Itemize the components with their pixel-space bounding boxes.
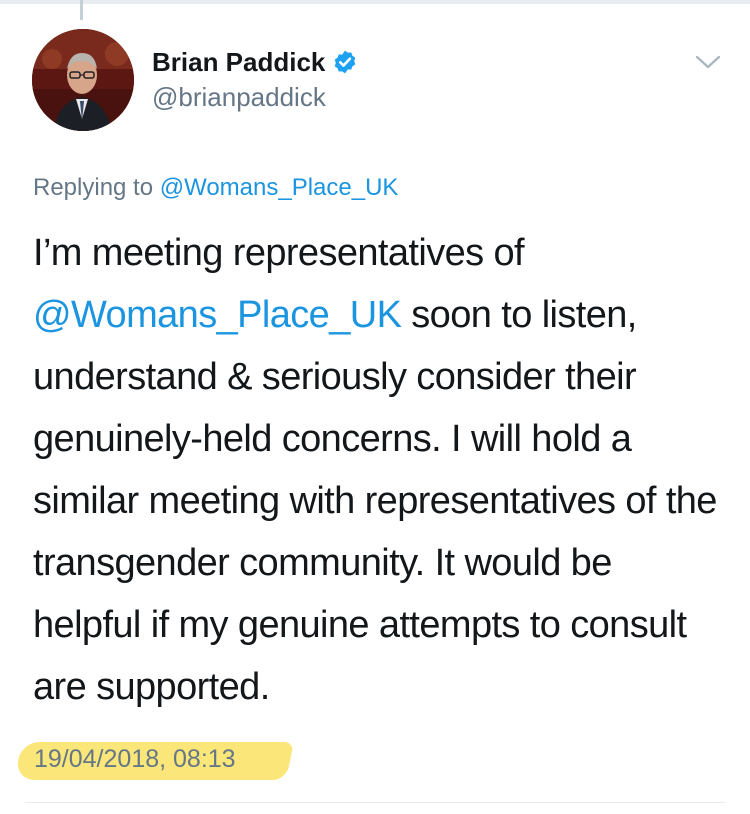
verified-badge-icon bbox=[332, 49, 358, 75]
replying-to-mention-link[interactable]: @Womans_Place_UK bbox=[160, 174, 399, 201]
timestamp-area: 19/04/2018, 08:13 bbox=[13, 740, 295, 784]
tweet-text-part2: soon to listen, understand & seriously c… bbox=[33, 294, 717, 708]
tweet-text-part1: I’m meeting representatives of bbox=[33, 232, 525, 274]
tweet-mention-link[interactable]: @Womans_Place_UK bbox=[33, 294, 402, 336]
thread-connector-line bbox=[80, 0, 83, 20]
replying-to-line: Replying to @Womans_Place_UK bbox=[33, 174, 398, 202]
author-handle[interactable]: @brianpaddick bbox=[152, 82, 326, 113]
bottom-divider bbox=[25, 802, 725, 803]
avatar[interactable] bbox=[32, 29, 134, 131]
top-separator bbox=[0, 0, 750, 4]
tweet-text: I’m meeting representatives of @Womans_P… bbox=[33, 222, 728, 718]
replying-to-label: Replying to bbox=[33, 174, 154, 201]
avatar-photo-icon bbox=[32, 29, 134, 131]
chevron-down-icon[interactable] bbox=[694, 52, 722, 72]
author-display-name[interactable]: Brian Paddick bbox=[152, 47, 325, 78]
author-name-row[interactable]: Brian Paddick bbox=[152, 45, 358, 79]
tweet-timestamp[interactable]: 19/04/2018, 08:13 bbox=[34, 745, 236, 773]
